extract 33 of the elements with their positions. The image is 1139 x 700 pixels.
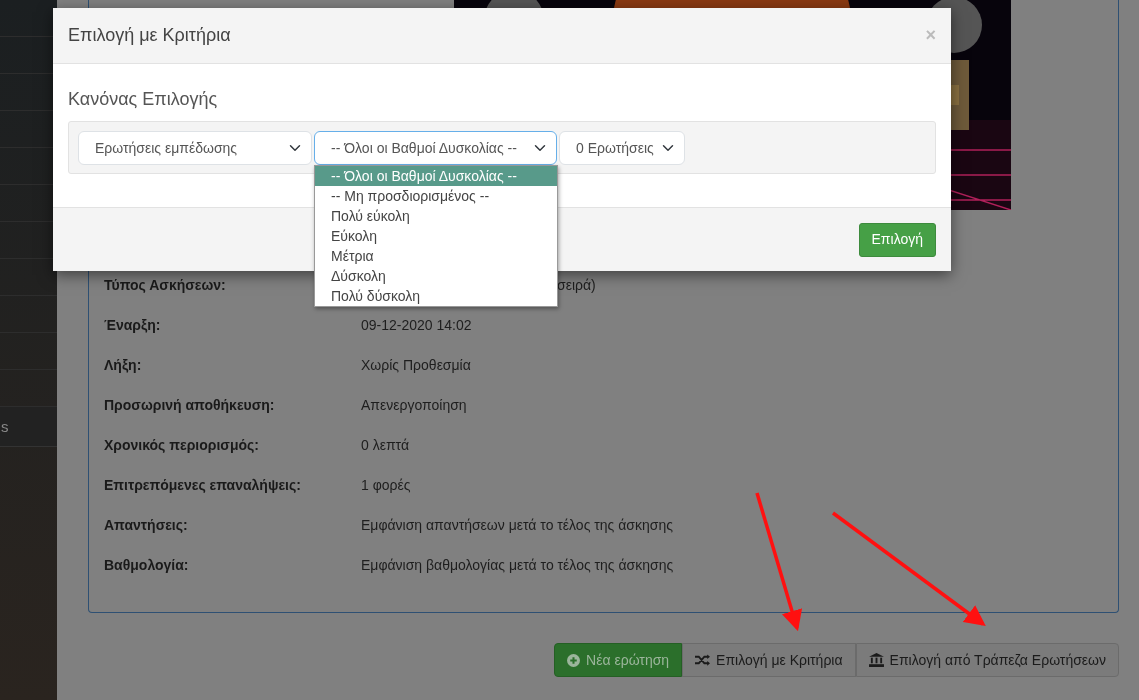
action-button[interactable]: Επιλογή από Τράπεζα Ερωτήσεων [855,643,1119,677]
select-field[interactable]: Ερωτήσεις εμπέδωσης [78,131,312,165]
dropdown-option[interactable]: Πολύ δύσκολη [315,286,557,306]
field-value: 0 λεπτά [361,437,409,453]
select-field[interactable]: -- Όλοι οι Βαθμοί Δυσκολίας -- [314,131,557,165]
dropdown-option[interactable]: Εύκολη [315,226,557,246]
dropdown-option[interactable]: -- Μη προσδιορισμένος -- [315,186,557,206]
field-value: 09-12-2020 14:02 [361,317,472,333]
modal-title: Επιλογή με Κριτήρια [68,24,231,47]
dropdown-option[interactable]: Μέτρια [315,246,557,266]
field-label: Απαντήσεις: [104,517,188,533]
field-value: Χωρίς Προθεσμία [361,357,471,373]
shuffle-icon [695,654,711,666]
field-value: 1 φορές [361,477,411,493]
field-label: Λήξη: [104,357,142,373]
field-value: Εμφάνιση βαθμολογίας μετά το τέλος της άσκησης [361,557,674,573]
field-label: Βαθμολογία: [104,557,189,573]
field-value: Απενεργοποίηση [361,397,467,413]
field-label: Χρονικός περιορισμός: [104,437,259,453]
bank-icon [868,653,884,667]
field-value: σειρά) [557,277,596,293]
field-label: Έναρξη: [104,317,161,333]
plus-circle-icon [567,653,581,667]
sidebar-item[interactable]: s [1,418,9,435]
field-label: Προσωρινή αποθήκευση: [104,397,275,413]
dropdown-option[interactable]: Δύσκολη [315,266,557,286]
action-button[interactable]: Επιλογή με Κριτήρια [682,643,856,677]
field-value: Εμφάνιση απαντήσεων μετά το τέλος της άσκησης [361,517,673,533]
dropdown-option[interactable]: Πολύ εύκολη [315,206,557,226]
field-label: Τύπος Ασκήσεων: [104,277,226,293]
select-field[interactable]: 0 Ερωτήσεις [559,131,685,165]
section-title: Κανόνας Επιλογής [68,88,219,111]
field-label: Επιτρεπόμενες επαναλήψεις: [104,477,301,493]
